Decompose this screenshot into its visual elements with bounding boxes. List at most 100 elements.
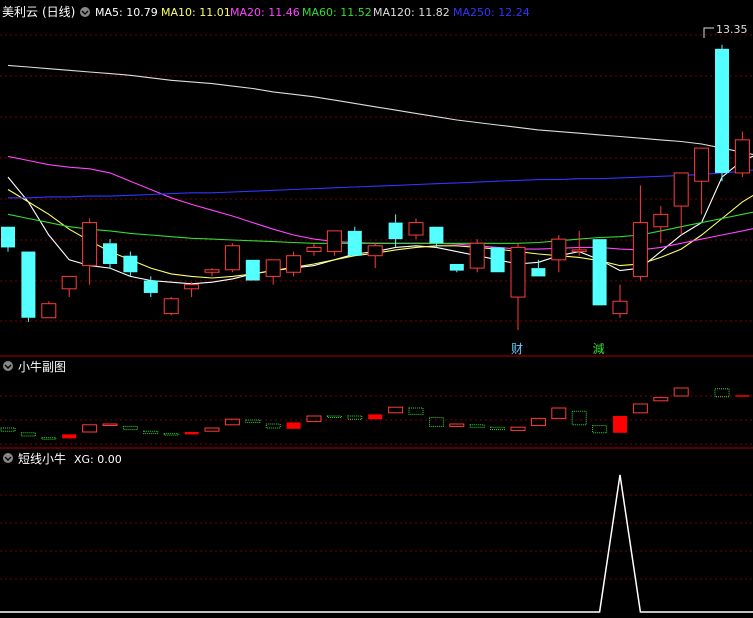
ma20-legend: MA20: 11.46 [230,6,300,19]
ma120-legend: MA120: 11.82 [373,6,450,19]
indicator-bar-up [530,417,546,427]
candle-body-up [326,230,342,253]
candle [715,44,729,182]
indicator-bar-up [306,415,322,423]
indicator-bar-down [408,407,424,415]
event-marker: 減 [593,341,605,356]
ma60-legend: MA60: 11.52 [302,6,372,19]
indicator-bar-down [469,424,485,428]
candle [82,218,98,285]
high-price-label: 13.35 [716,23,748,36]
indicator-bar-up [551,407,567,419]
panel-menu-icon[interactable] [3,361,13,371]
indicator-bar-down [163,433,179,436]
indicator-bar-up [82,424,98,433]
sub-panel-1-header: 小牛副图 [3,359,66,374]
candle-body-down [1,226,15,248]
candle-body-up [694,147,710,182]
candle [306,243,322,256]
ma5-legend: MA5: 10.79 [95,6,158,19]
candle-body-down [388,222,403,240]
candle-body-up [367,245,383,257]
candle-body-up [734,139,750,174]
candles [1,44,750,331]
candle-body-up [265,259,281,277]
candle [61,275,77,298]
candle-body-down [449,263,464,271]
sub-panel-1-title: 小牛副图 [18,359,66,374]
candle [408,218,424,240]
candle [1,226,15,252]
indicator-bar-up [224,418,240,426]
candle-body-up [408,222,424,236]
indicator-bar-down [122,425,138,431]
indicator-bar-down [428,417,444,427]
candle-body-up [510,246,526,298]
candle-body-up [612,300,628,315]
panel-menu-icon[interactable] [3,453,13,463]
indicator-bar-up-filled [286,422,301,429]
candle [41,301,57,319]
indicator-bar-up-filled [613,416,627,433]
indicator-bar-up [653,397,669,402]
candle [367,243,383,269]
candle [632,185,648,281]
candle [592,239,607,306]
ma-line-ma120 [7,64,753,155]
candle-body-up [653,213,669,228]
candle-body-down [123,255,138,273]
ma-line-ma250 [8,169,753,199]
candle-body-up [673,172,689,207]
candle-body-up [632,222,648,277]
candle [103,239,117,269]
candle-body-down [245,259,260,281]
candle [347,226,362,256]
candle-body-up [184,284,200,290]
high-marker-pointer [703,27,714,38]
candle [123,251,138,277]
sub-panel-2-header: 短线小牛 XG: 0.00 [3,451,122,466]
candle [326,230,342,256]
indicator-bar-up-filled [368,414,383,420]
indicator-bar-up-filled [184,432,199,435]
candle [571,230,587,256]
candle-body-up [163,298,179,315]
candle-body-up [41,303,57,319]
indicator-bar-up [204,427,220,432]
candle [163,297,179,316]
indicator-bar-down [265,423,281,429]
high-price-marker: 13.35 [703,23,748,38]
candle [469,239,485,273]
candle-body-up [551,238,567,261]
candle [265,259,281,285]
candle [429,226,444,248]
indicator-bar-down [20,432,36,437]
candle [490,247,505,273]
candle-body-up [82,222,98,267]
indicator-bar-up [449,423,465,427]
period-label: (日线) [42,5,75,19]
candle-body-up [286,255,302,273]
indicator-bar-down [41,437,57,440]
candle [734,131,750,178]
candle [653,206,669,244]
candle [449,263,464,273]
indicator-bar-down [0,427,16,432]
event-markers: 财減 [511,341,605,356]
main-panel-header: 美利云 (日线) MA5: 10.79 MA10: 11.01 MA20: 11… [2,5,530,19]
candle [510,243,526,331]
indicator-bar-down [571,410,587,426]
ma10-legend: MA10: 11.01 [161,6,231,19]
candle-body-down [715,48,729,173]
candle-body-up [61,275,77,290]
candle [21,251,36,322]
candle-body-up [571,249,587,253]
stock-name: 美利云 [2,5,38,19]
event-marker: 财 [511,342,523,356]
candle [245,259,260,281]
candle-body-down [592,239,607,306]
candle [612,284,628,318]
panel-menu-icon[interactable] [80,7,90,17]
grid-layer [0,34,753,580]
indicator-bar-down [326,415,342,418]
